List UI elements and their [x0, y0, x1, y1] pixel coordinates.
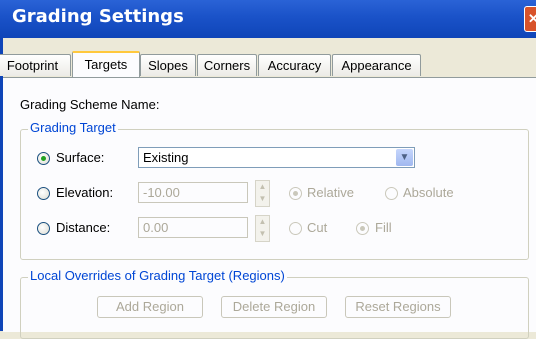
elevation-label: Elevation:	[56, 185, 114, 200]
window-title: Grading Settings	[12, 6, 184, 27]
chevron-down-icon[interactable]: ▼	[396, 149, 413, 166]
grading-target-title: Grading Target	[28, 120, 118, 135]
relative-radio[interactable]	[289, 187, 302, 200]
absolute-radio[interactable]	[385, 187, 398, 200]
surface-select[interactable]: Existing ▼	[138, 147, 415, 168]
delete-region-button[interactable]: Delete Region	[221, 296, 327, 318]
scheme-name-label: Grading Scheme Name:	[20, 97, 160, 112]
distance-spinner[interactable]: ▲ ▼	[255, 215, 270, 242]
surface-select-value: Existing	[143, 150, 189, 165]
cut-radio[interactable]	[289, 222, 302, 235]
distance-input[interactable]: 0.00	[138, 217, 248, 238]
overrides-title: Local Overrides of Grading Target (Regio…	[28, 268, 287, 283]
elevation-radio[interactable]	[37, 187, 50, 200]
fill-radio[interactable]	[356, 222, 369, 235]
surface-label: Surface:	[56, 150, 105, 165]
relative-label: Relative	[307, 185, 354, 200]
tab-targets[interactable]: Targets	[72, 51, 140, 77]
title-bar[interactable]: Grading Settings ✕	[0, 0, 536, 38]
tab-appearance[interactable]: Appearance	[332, 54, 421, 76]
tab-accuracy[interactable]: Accuracy	[258, 54, 331, 76]
absolute-label: Absolute	[403, 185, 454, 200]
add-region-button[interactable]: Add Region	[97, 296, 203, 318]
surface-radio[interactable]	[37, 152, 50, 165]
distance-label: Distance:	[56, 220, 111, 235]
reset-regions-button[interactable]: Reset Regions	[345, 296, 451, 318]
tab-slopes[interactable]: Slopes	[140, 54, 196, 76]
cut-label: Cut	[307, 220, 328, 235]
tab-footprint[interactable]: Footprint	[0, 54, 71, 76]
close-icon[interactable]: ✕	[524, 6, 536, 32]
distance-radio[interactable]	[37, 222, 50, 235]
tab-corners[interactable]: Corners	[197, 54, 257, 76]
elevation-input[interactable]: -10.00	[138, 182, 248, 203]
fill-label: Fill	[375, 220, 392, 235]
elevation-spinner[interactable]: ▲ ▼	[255, 180, 270, 207]
